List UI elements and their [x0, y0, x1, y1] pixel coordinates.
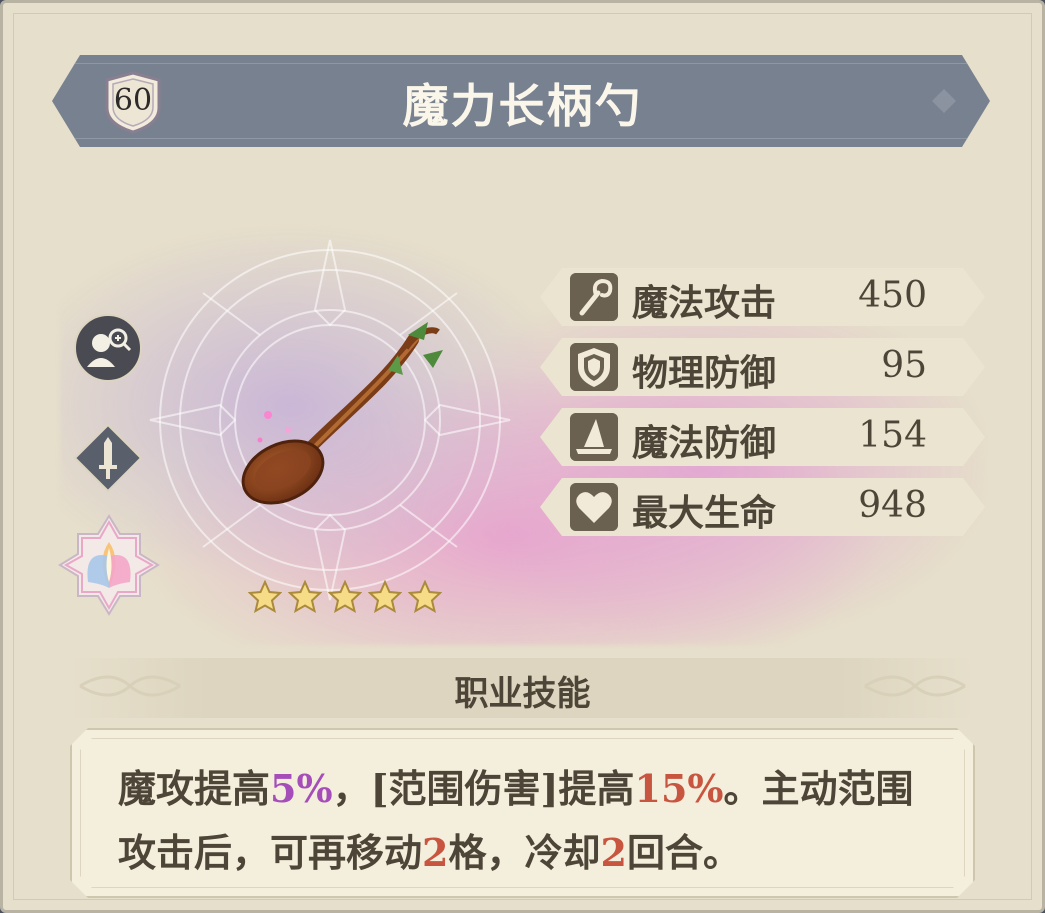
- stat-value: 154: [858, 415, 927, 456]
- stat-row-physical-defense: 物理防御 95: [540, 338, 985, 396]
- skill-section-title: 职业技能: [454, 674, 591, 714]
- star-icon: [328, 580, 362, 614]
- item-name: 魔力长柄勺: [402, 79, 643, 133]
- skill-text-part: ，[范围伤害]提高: [332, 766, 635, 811]
- skill-highlight-value: 15%: [634, 766, 724, 811]
- skill-text-part: 魔攻提高: [118, 766, 271, 811]
- character-inspect-icon[interactable]: [73, 313, 143, 383]
- skill-text-part: 格，冷却: [448, 830, 601, 875]
- stat-value: 948: [858, 485, 927, 526]
- star-icon: [368, 580, 402, 614]
- skill-highlight-value: 2: [422, 830, 449, 875]
- heart-icon: [570, 483, 618, 531]
- star-rating: [248, 580, 442, 614]
- skill-text-part: 回合。: [626, 830, 741, 875]
- staff-icon: [570, 273, 618, 321]
- stat-label: 魔法攻击: [632, 282, 777, 324]
- stat-label: 魔法防御: [632, 422, 777, 464]
- skill-highlight-value: 2: [600, 830, 627, 875]
- lotus-element-icon: [58, 514, 160, 616]
- star-icon: [248, 580, 282, 614]
- stat-value: 95: [881, 345, 927, 386]
- stat-label: 最大生命: [632, 492, 777, 534]
- magic-ladle-weapon-image: [241, 322, 443, 505]
- stat-row-magic-attack: 魔法攻击 450: [540, 268, 985, 326]
- stat-label: 物理防御: [632, 352, 777, 394]
- sword-class-icon: [73, 423, 143, 493]
- diamond-ornament-icon: [932, 89, 956, 113]
- stat-row-magic-defense: 魔法防御 154: [540, 408, 985, 466]
- wizard-hat-icon: [570, 413, 618, 461]
- stat-value: 450: [858, 275, 927, 316]
- shield-icon: [570, 343, 618, 391]
- star-icon: [288, 580, 322, 614]
- stat-row-max-hp: 最大生命 948: [540, 478, 985, 536]
- star-icon: [408, 580, 442, 614]
- skill-highlight-value: 5%: [270, 766, 333, 811]
- skill-description: 魔攻提高5%，[范围伤害]提高15%。主动范围攻击后，可再移动2格，冷却2回合。: [118, 757, 938, 885]
